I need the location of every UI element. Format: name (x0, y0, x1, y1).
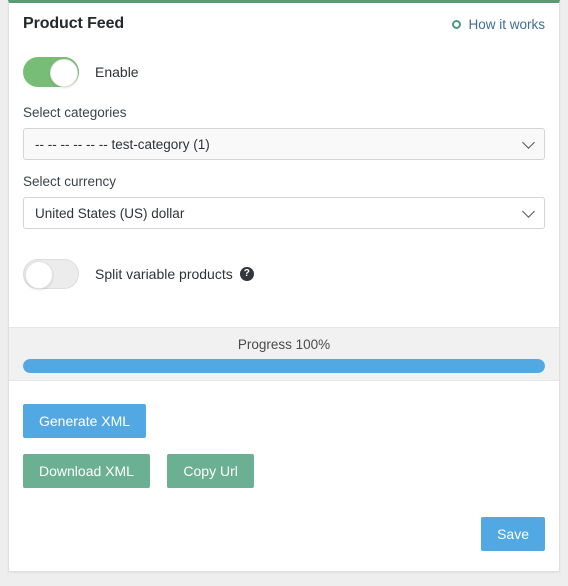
categories-select[interactable]: -- -- -- -- -- -- test-category (1) (23, 128, 545, 160)
progress-bar-fill (23, 359, 545, 373)
generate-row: Generate XML (23, 404, 545, 438)
download-row: Download XML Copy Url (23, 454, 545, 488)
product-feed-card: Product Feed How it works Enable Select … (8, 0, 560, 572)
how-it-works-label: How it works (468, 16, 545, 32)
enable-label: Enable (95, 64, 139, 80)
page-title: Product Feed (23, 15, 125, 32)
ring-icon (452, 19, 462, 29)
categories-label: Select categories (23, 105, 127, 120)
enable-toggle[interactable] (23, 57, 79, 87)
progress-bar-track (23, 359, 545, 373)
download-xml-button[interactable]: Download XML (23, 454, 150, 488)
currency-label: Select currency (23, 174, 117, 189)
enable-row: Enable (23, 45, 545, 105)
card-header: Product Feed How it works (9, 3, 559, 45)
chevron-down-icon (522, 136, 535, 149)
page-background: Product Feed How it works Enable Select … (0, 0, 568, 586)
how-it-works-link[interactable]: How it works (452, 17, 545, 32)
progress-label: Progress 100% (237, 337, 331, 352)
actions-panel: Generate XML Download XML Copy Url Save (9, 382, 559, 571)
enable-toggle-knob (50, 59, 78, 87)
split-variable-products-text: Split variable products (95, 266, 233, 282)
currency-select[interactable]: United States (US) dollar (23, 197, 545, 229)
card-body: Enable Select categories -- -- -- -- -- … (9, 45, 559, 307)
chevron-down-icon (522, 205, 535, 218)
split-variable-products-row: Split variable products ? (23, 243, 545, 307)
generate-xml-button[interactable]: Generate XML (23, 404, 147, 438)
help-icon[interactable]: ? (239, 267, 254, 281)
save-button[interactable]: Save (481, 517, 545, 551)
split-variable-products-toggle-knob (25, 261, 53, 289)
save-row: Save (481, 517, 545, 551)
split-variable-products-toggle[interactable] (23, 259, 79, 289)
progress-panel: Progress 100% (9, 327, 559, 381)
split-variable-products-label: Split variable products ? (95, 266, 254, 282)
currency-select-value: United States (US) dollar (35, 205, 185, 221)
copy-url-button[interactable]: Copy Url (167, 454, 254, 488)
categories-select-value: -- -- -- -- -- -- test-category (1) (35, 136, 210, 152)
currency-field: Select currency United States (US) dolla… (23, 174, 545, 229)
categories-field: Select categories -- -- -- -- -- -- test… (23, 105, 545, 160)
